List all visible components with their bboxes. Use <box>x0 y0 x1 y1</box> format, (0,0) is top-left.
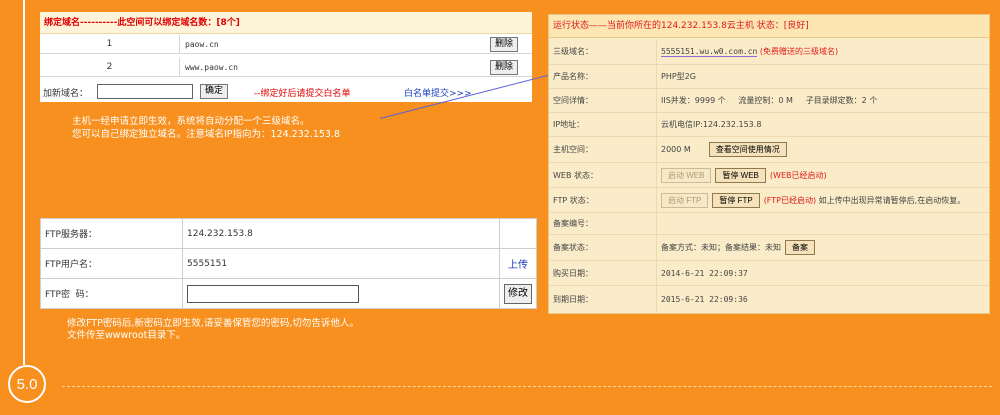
status-header: 运行状态——当前你所在的124.232.153.8云主机 状态：[良好] <box>549 15 989 38</box>
ftp-server-value: 124.232.153.8 <box>182 218 500 249</box>
status-row-host-space: 主机空间： 2000 M 查看空间使用情况 <box>549 137 989 163</box>
ftp-note: 修改FTP密码后,新密码立即生效,请妥善保管您的密码,切勿告诉他人。 文件传至w… <box>67 318 359 342</box>
ftp-note-line: 文件传至wwwroot目录下。 <box>67 330 186 341</box>
whitelist-warning: --绑定好后请提交白名单 <box>254 89 351 99</box>
add-domain-input[interactable] <box>97 84 193 99</box>
status-row-space: 空间详情： IIS并发：9999 个 流量控制：0 M 子目录绑定数：2 个 <box>549 89 989 113</box>
start-web-button[interactable]: 启动 WEB <box>661 167 712 183</box>
web-status-text: (WEB已经启动) <box>769 170 827 180</box>
status-row-record-no: 备案编号： <box>549 213 989 235</box>
space-label: 空间详情： <box>549 89 657 112</box>
ftp-password-label: FTP密 码： <box>40 278 183 309</box>
table-row: FTP服务器： 124.232.153.8 <box>40 218 537 249</box>
ip-label: IP地址： <box>549 113 657 136</box>
bound-domain: www.paow.cn <box>185 63 238 72</box>
ftp-password-input[interactable] <box>187 284 359 303</box>
table-row: FTP用户名： 5555151 上传 <box>40 248 537 279</box>
confirm-button[interactable]: 确定 <box>200 84 229 99</box>
buy-date-label: 购买日期： <box>549 261 657 285</box>
subdomain-label: 三级域名： <box>549 39 657 64</box>
record-status-label: 备案状态： <box>549 235 657 260</box>
status-row-product: 产品名称： PHP型2G <box>549 65 989 89</box>
domain-note-line: 主机一经申请立即生效，系统将自动分配一个三级域名。 <box>72 116 310 127</box>
add-domain-label: 加新域名： <box>43 89 89 99</box>
status-row-buy-date: 购买日期： 2014-6-21 22:09:37 <box>549 261 989 286</box>
status-row-ftp: FTP 状态： 启动 FTP 暂停 FTP (FTP已经启动) 如上传中出现异常请暂… <box>549 188 989 213</box>
ip-value: 云机电信IP:124.232.153.8 <box>661 120 762 129</box>
record-number-value <box>661 213 989 234</box>
row-number: 1 <box>40 35 180 54</box>
subdir-bind-count: 子目录绑定数：2 个 <box>805 96 878 105</box>
status-row-record-status: 备案状态： 备案方式：未知；备案结果：未知 备案 <box>549 235 989 261</box>
domain-note: 主机一经申请立即生效，系统将自动分配一个三级域名。 您可以自己绑定独立域名。注意… <box>72 115 340 141</box>
host-space-label: 主机空间： <box>549 137 657 162</box>
expire-date-label: 到期日期： <box>549 286 657 313</box>
domain-panel-header: 绑定域名----------此空间可以绑定域名数：[8个] <box>40 12 532 34</box>
view-space-usage-button[interactable]: 查看空间使用情况 <box>708 142 787 157</box>
ftp-status-text: (FTP已经启动) <box>763 195 817 205</box>
product-value: PHP型2G <box>661 72 696 81</box>
status-row-subdomain: 三级域名： 5555151.wu.w0.com.cn (免费赠送的三级域名) <box>549 39 989 65</box>
pause-ftp-button[interactable]: 暂停 FTP <box>712 192 760 208</box>
subdomain-note: (免费赠送的三级域名) <box>759 47 839 56</box>
expire-date-value: 2015-6-21 22:09:36 <box>661 295 748 304</box>
table-row: FTP密 码： 修改 <box>40 278 537 309</box>
status-row-ip: IP地址： 云机电信IP:124.232.153.8 <box>549 113 989 137</box>
bound-domain: paow.cn <box>185 40 219 49</box>
row-number: 2 <box>40 58 180 77</box>
status-row-expire-date: 到期日期： 2015-6-21 22:09:36 <box>549 286 989 313</box>
record-status-value: 备案方式：未知；备案结果：未知 <box>661 243 781 252</box>
step-number: 5.0 <box>8 365 46 403</box>
ftp-tip: 如上传中出现异常请暂停后,在启动恢复。 <box>818 195 966 205</box>
ftp-note-line: 修改FTP密码后,新密码立即生效,请妥善保管您的密码,切勿告诉他人。 <box>67 318 359 329</box>
pause-web-button[interactable]: 暂停 WEB <box>715 167 766 183</box>
iis-concurrency: IIS并发：9999 个 <box>661 96 726 105</box>
buy-date-value: 2014-6-21 22:09:37 <box>661 268 748 278</box>
ftp-user-label: FTP用户名： <box>40 248 183 279</box>
subdomain-value[interactable]: 5555151.wu.w0.com.cn <box>661 47 758 57</box>
product-label: 产品名称： <box>549 65 657 88</box>
start-ftp-button[interactable]: 启动 FTP <box>661 192 709 208</box>
ftp-status-label: FTP 状态： <box>549 188 657 212</box>
ftp-user-value: 5555151 <box>182 248 500 279</box>
domain-note-line: 您可以自己绑定独立域名。注意域名IP指向为：124.232.153.8 <box>72 129 341 140</box>
host-space-value: 2000 M <box>661 145 691 154</box>
edit-password-button[interactable]: 修改 <box>504 283 532 304</box>
web-status-label: WEB 状态： <box>549 163 657 187</box>
running-status-panel: 运行状态——当前你所在的124.232.153.8云主机 状态：[良好] 三级域… <box>548 14 990 314</box>
upload-link[interactable]: 上传 <box>508 260 528 271</box>
traffic-control: 流量控制：0 M <box>738 96 793 105</box>
ftp-server-label: FTP服务器： <box>40 218 183 249</box>
record-button[interactable]: 备案 <box>785 240 815 255</box>
record-number-label: 备案编号： <box>549 213 657 234</box>
ftp-info-table: FTP服务器： 124.232.153.8 FTP用户名： 5555151 上传… <box>40 218 537 309</box>
divider <box>62 386 992 387</box>
timeline-line <box>23 0 25 365</box>
status-row-web: WEB 状态： 启动 WEB 暂停 WEB (WEB已经启动) <box>549 163 989 188</box>
